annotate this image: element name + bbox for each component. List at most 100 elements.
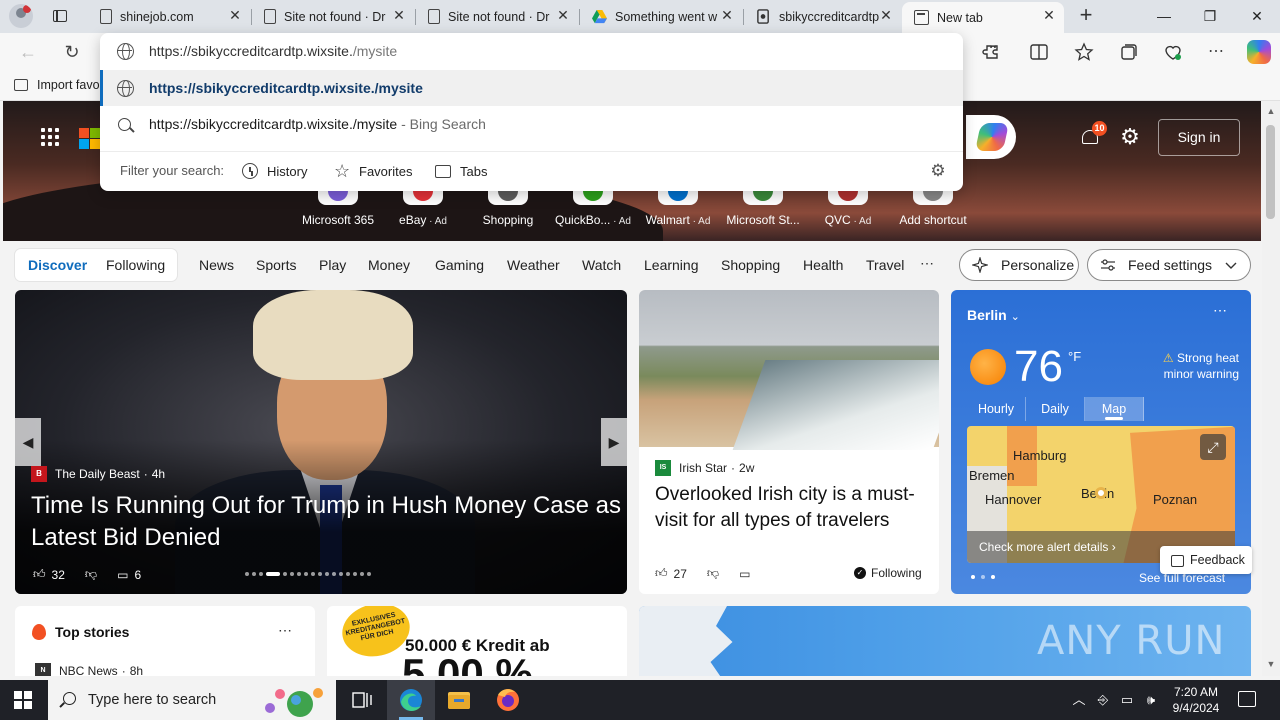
irish-headline[interactable]: Overlooked Irish city is a must-visit fo… xyxy=(655,482,930,534)
tab-actions-icon[interactable] xyxy=(50,7,70,25)
quick-link-shopping[interactable]: Shopping xyxy=(463,181,553,231)
tab-site-not-found-1[interactable]: Site not found · Dr ✕ xyxy=(252,2,414,31)
tab-wixsite[interactable]: sbikyccreditcardtp ✕ xyxy=(744,2,901,31)
address-input[interactable]: https://sbikyccreditcardtp.wixsite./mysi… xyxy=(100,33,963,69)
notification-center-icon[interactable] xyxy=(1238,691,1256,707)
back-button[interactable]: ← xyxy=(18,42,38,62)
nav-play[interactable]: Play xyxy=(319,257,346,273)
volume-icon[interactable]: 🕪︎ xyxy=(1142,691,1160,709)
add-shortcut-button[interactable]: Add shortcut xyxy=(888,181,978,231)
close-icon[interactable]: ✕ xyxy=(228,8,242,22)
nav-health[interactable]: Health xyxy=(803,257,843,273)
weather-map[interactable]: Hamburg Bremen Hannover Berlin Poznan ⤢ … xyxy=(967,426,1235,563)
dislike-icon[interactable]: 👎︎ xyxy=(85,567,97,582)
app-launcher-icon[interactable] xyxy=(41,128,61,148)
taskbar-file-explorer[interactable] xyxy=(435,680,483,720)
collections-icon[interactable] xyxy=(1119,42,1139,62)
task-view-button[interactable] xyxy=(338,680,386,720)
more-icon[interactable]: ⋯ xyxy=(1213,302,1227,319)
nav-shopping[interactable]: Shopping xyxy=(721,257,780,273)
quick-link-quickbooks[interactable]: QuickBo... · Ad xyxy=(548,181,638,231)
previous-slide-button[interactable]: ◀ xyxy=(15,418,41,466)
gear-icon[interactable]: ⚙ xyxy=(929,162,947,180)
close-icon[interactable]: ✕ xyxy=(879,8,893,22)
close-icon[interactable]: ✕ xyxy=(392,8,406,22)
copilot-button[interactable] xyxy=(966,115,1016,159)
feedback-button[interactable]: Feedback xyxy=(1160,546,1252,574)
quick-link-microsoft-store[interactable]: Microsoft St... xyxy=(718,181,808,231)
quick-link-walmart[interactable]: Walmart · Ad xyxy=(633,181,723,231)
meet-now-icon[interactable]: ⎆ xyxy=(1094,691,1112,709)
close-icon[interactable]: ✕ xyxy=(720,8,734,22)
import-favorites-button[interactable]: Import favo xyxy=(14,78,100,92)
suggestion-bing-search[interactable]: https://sbikyccreditcardtp.wixsite./mysi… xyxy=(100,106,963,142)
nav-gaming[interactable]: Gaming xyxy=(435,257,484,273)
comment-icon[interactable]: ▭ xyxy=(739,567,750,581)
tab-discover[interactable]: Discover xyxy=(28,257,87,273)
quick-link-qvc[interactable]: QVC · Ad xyxy=(803,181,893,231)
taskbar-search-box[interactable]: Type here to search xyxy=(48,680,336,720)
like-icon[interactable]: 👍︎ xyxy=(655,566,668,581)
tab-map[interactable]: Map xyxy=(1085,397,1144,421)
windows-start-icon[interactable] xyxy=(14,691,32,709)
nav-news[interactable]: News xyxy=(199,257,234,273)
nav-watch[interactable]: Watch xyxy=(582,257,621,273)
hero-news-card[interactable]: ◀ ▶ B The Daily Beast · 4h Time Is Runni… xyxy=(15,290,627,594)
feed-settings-button[interactable]: Feed settings xyxy=(1087,249,1251,281)
more-menu-icon[interactable]: ⋯ xyxy=(1206,42,1226,62)
split-screen-icon[interactable] xyxy=(1029,42,1049,62)
nav-more-icon[interactable]: ⋯ xyxy=(920,255,934,272)
dislike-icon[interactable]: 👎︎ xyxy=(707,566,719,581)
suggestion-url[interactable]: https://sbikyccreditcardtp.wixsite./mysi… xyxy=(100,70,963,106)
close-icon[interactable]: ✕ xyxy=(1042,8,1056,22)
tab-hourly[interactable]: Hourly xyxy=(967,397,1026,421)
top-story-source[interactable]: N NBC News · 8h xyxy=(35,663,143,676)
browser-essentials-icon[interactable] xyxy=(1163,42,1183,62)
copilot-icon[interactable] xyxy=(1247,40,1271,64)
taskbar-edge[interactable] xyxy=(387,680,435,720)
system-clock[interactable]: 7:20 AM 9/4/2024 xyxy=(1166,684,1226,716)
expand-icon[interactable]: ⤢ xyxy=(1200,434,1226,460)
scroll-up-icon[interactable]: ▲ xyxy=(1266,106,1276,116)
restore-button[interactable]: ❐ xyxy=(1200,6,1220,26)
nav-travel[interactable]: Travel xyxy=(866,257,904,273)
nav-money[interactable]: Money xyxy=(368,257,410,273)
filter-favorites[interactable]: ☆ Favorites xyxy=(334,159,412,183)
tab-new-tab[interactable]: New tab ✕ xyxy=(902,2,1064,33)
filter-tabs[interactable]: Tabs xyxy=(435,159,487,183)
weather-warning[interactable]: ⚠ Strong heat minor warning xyxy=(1139,350,1239,382)
like-icon[interactable]: 👍︎ xyxy=(33,567,46,582)
chevron-up-icon[interactable]: ︿ xyxy=(1070,691,1088,709)
network-icon[interactable]: ▭ xyxy=(1118,691,1136,709)
sign-in-button[interactable]: Sign in xyxy=(1158,119,1240,156)
irish-star-news-card[interactable]: IS Irish Star · 2w Overlooked Irish city… xyxy=(639,290,939,594)
filter-history[interactable]: History xyxy=(242,159,307,183)
new-tab-button[interactable]: + xyxy=(1076,4,1096,26)
scroll-down-icon[interactable]: ▼ xyxy=(1266,659,1276,669)
tab-following[interactable]: Following xyxy=(106,257,165,273)
tab-site-not-found-2[interactable]: Site not found · Dr ✕ xyxy=(416,2,578,31)
nav-sports[interactable]: Sports xyxy=(256,257,296,273)
tab-daily[interactable]: Daily xyxy=(1026,397,1085,421)
page-scrollbar[interactable]: ▲ ▼ xyxy=(1262,101,1280,676)
scrollbar-thumb[interactable] xyxy=(1266,125,1275,219)
nav-learning[interactable]: Learning xyxy=(644,257,699,273)
window-close-button[interactable]: ✕ xyxy=(1247,6,1267,26)
comment-icon[interactable]: ▭ xyxy=(117,568,128,582)
nav-weather[interactable]: Weather xyxy=(507,257,560,273)
profile-avatar[interactable] xyxy=(9,4,33,28)
quick-link-ebay[interactable]: eBay · Ad xyxy=(378,181,468,231)
notifications-button[interactable]: 10 xyxy=(1079,121,1107,148)
personalize-button[interactable]: Personalize xyxy=(959,249,1079,281)
hero-headline[interactable]: Time Is Running Out for Trump in Hush Mo… xyxy=(31,490,621,554)
close-icon[interactable]: ✕ xyxy=(556,8,570,22)
tab-shinejob[interactable]: shinejob.com ✕ xyxy=(88,2,250,31)
next-slide-button[interactable]: ▶ xyxy=(601,418,627,466)
minimize-button[interactable]: — xyxy=(1154,6,1174,26)
page-settings-gear-icon[interactable]: ⚙ xyxy=(1118,125,1142,149)
extensions-icon[interactable] xyxy=(981,42,1001,62)
refresh-button[interactable]: ↻ xyxy=(62,42,82,62)
following-button[interactable]: ✓ Following xyxy=(854,566,922,580)
promo-card[interactable]: ANY RUN xyxy=(639,606,1251,676)
tab-something-went-wrong[interactable]: Something went w ✕ xyxy=(580,2,742,31)
